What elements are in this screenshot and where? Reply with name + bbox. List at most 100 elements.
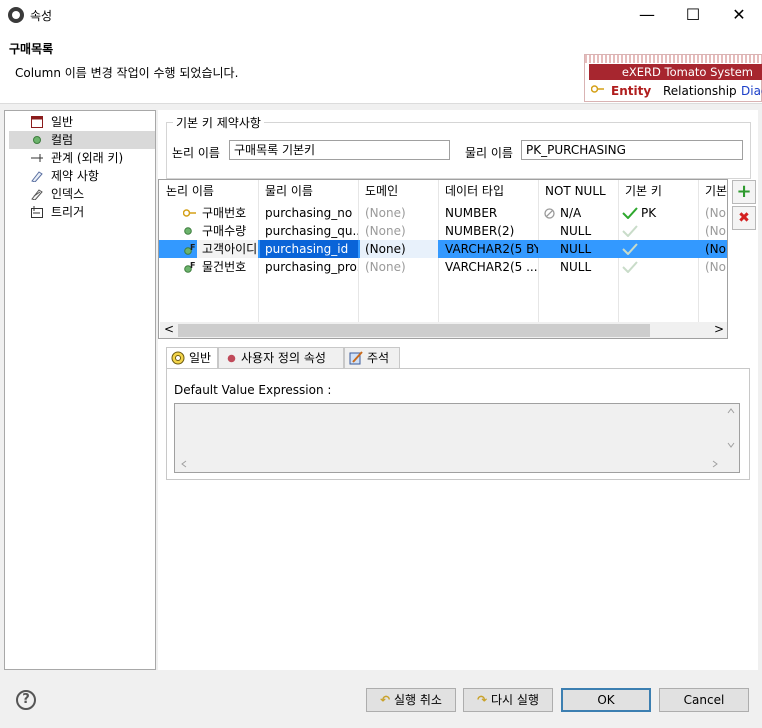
undo-button[interactable]: ↶ 실행 취소 <box>366 688 456 712</box>
constraint-icon <box>31 171 43 182</box>
banner-product: eXERD Tomato System <box>589 64 762 80</box>
redo-icon: ↷ <box>477 693 488 707</box>
table-icon <box>31 116 43 128</box>
cell-logical: 물건번호 <box>202 260 247 274</box>
nav-item-triggers[interactable]: 트리거 <box>9 203 155 221</box>
general-tab-panel: Default Value Expression : <box>166 368 750 480</box>
disabled-icon <box>544 208 555 219</box>
tab-custom-properties[interactable]: 사용자 정의 속성 <box>218 347 344 369</box>
nav-item-columns[interactable]: 컬럼 <box>9 131 155 149</box>
help-button[interactable]: ? <box>16 690 36 710</box>
nav-label: 트리거 <box>51 205 85 219</box>
cell-notnull: NULL <box>560 224 592 238</box>
relation-icon <box>31 154 43 162</box>
minimize-button[interactable]: — <box>624 0 670 30</box>
cell-notnull: N/A <box>560 206 582 220</box>
cell-default: (Non <box>705 242 727 256</box>
pk-physical-label: 물리 이름 <box>465 146 513 160</box>
chevron-left-icon[interactable] <box>181 460 187 468</box>
custom-property-icon <box>227 354 236 363</box>
cell-logical: 구매번호 <box>202 206 247 220</box>
banner-stripe <box>585 55 762 63</box>
detail-tabs: 일반 사용자 정의 속성 주석 <box>166 347 756 369</box>
header-domain[interactable]: 도메인 <box>360 180 438 202</box>
banner-entity-tab[interactable]: Entity <box>611 84 651 98</box>
cell-logical: 고객아이디 <box>197 240 258 258</box>
cell-logical: 구매수량 <box>202 224 247 238</box>
chevron-down-icon[interactable] <box>727 442 735 448</box>
cell-domain: (None) <box>365 260 406 274</box>
cell-physical: purchasing_id <box>260 240 358 258</box>
nav-item-indexes[interactable]: 인덱스 <box>9 185 155 203</box>
cancel-button[interactable]: Cancel <box>659 688 749 712</box>
nav-item-general[interactable]: 일반 <box>9 113 155 131</box>
cell-datatype: NUMBER <box>445 206 498 220</box>
window-title: 속성 <box>30 9 53 23</box>
svg-text:F: F <box>190 243 195 252</box>
nav-label: 제약 사항 <box>51 169 99 183</box>
header-physical[interactable]: 물리 이름 <box>260 180 358 202</box>
check-icon <box>622 261 638 273</box>
general-icon <box>171 351 185 365</box>
textarea-content[interactable] <box>175 404 723 456</box>
delete-column-button[interactable]: ✖ <box>732 206 756 230</box>
scroll-thumb[interactable] <box>178 324 650 337</box>
cell-physical: purchasing_no <box>265 206 353 220</box>
header-logical[interactable]: 논리 이름 <box>161 180 258 202</box>
table-header: 논리 이름 물리 이름 도메인 데이터 타입 NOT NULL 기본 키 기본 <box>159 180 727 202</box>
table-horizontal-scrollbar[interactable]: < > <box>160 322 727 338</box>
nav-item-constraints[interactable]: 제약 사항 <box>9 167 155 185</box>
cell-datatype: VARCHAR2(5 BYT <box>445 242 538 256</box>
undo-icon: ↶ <box>380 693 391 707</box>
table-row[interactable]: 구매수량 purchasing_qu... (None) NUMBER(2) N… <box>159 222 727 240</box>
header-notnull[interactable]: NOT NULL <box>540 180 618 202</box>
columns-table: 논리 이름 물리 이름 도메인 데이터 타입 NOT NULL 기본 키 기본 … <box>158 179 728 339</box>
close-button[interactable]: ✕ <box>716 0 762 30</box>
default-value-textarea[interactable] <box>174 403 740 473</box>
pk-logical-input[interactable]: 구매목록 기본키 <box>229 140 450 160</box>
fk-icon: F <box>184 261 195 273</box>
tab-general[interactable]: 일반 <box>166 347 218 369</box>
nav-item-relations[interactable]: 관계 (외래 키) <box>9 149 155 167</box>
cell-domain: (None) <box>365 206 406 220</box>
header-default[interactable]: 기본 <box>700 180 727 202</box>
fk-icon: F <box>184 243 195 255</box>
app-icon <box>8 7 24 23</box>
key-icon <box>183 209 196 217</box>
index-icon <box>31 189 43 200</box>
table-row[interactable]: 구매번호 purchasing_no (None) NUMBER N/A PK … <box>159 204 727 222</box>
cell-domain: (None) <box>365 224 406 238</box>
key-icon <box>591 85 604 93</box>
cell-pk: PK <box>641 206 657 220</box>
chevron-right-icon[interactable] <box>712 460 718 468</box>
tab-label: 사용자 정의 속성 <box>241 351 326 365</box>
tab-comments[interactable]: 주석 <box>344 347 400 369</box>
scroll-left-arrow[interactable]: < <box>164 322 174 336</box>
pk-physical-input[interactable]: PK_PURCHASING <box>521 140 743 160</box>
redo-button[interactable]: ↷ 다시 실행 <box>463 688 553 712</box>
table-row[interactable]: F 물건번호 purchasing_pro... (None) VARCHAR2… <box>159 258 727 276</box>
scroll-right-arrow[interactable]: > <box>714 322 724 336</box>
pk-legend: 기본 키 제약사항 <box>173 114 264 131</box>
maximize-button[interactable]: ☐ <box>670 0 716 30</box>
ok-button[interactable]: OK <box>561 688 651 712</box>
banner-relationship-tab[interactable]: Relationship <box>663 84 737 98</box>
add-column-button[interactable]: + <box>732 180 756 204</box>
banner-diagram-tab[interactable]: Diag <box>741 84 762 98</box>
cell-notnull: NULL <box>560 260 592 274</box>
cell-domain: (None) <box>360 240 438 258</box>
cell-default: (Non <box>705 206 727 220</box>
pk-constraint-group: 기본 키 제약사항 논리 이름 구매목록 기본키 물리 이름 PK_PURCHA… <box>166 114 751 179</box>
header-pk[interactable]: 기본 키 <box>620 180 698 202</box>
dialog-title: 구매목록 <box>9 42 54 56</box>
nav-label: 일반 <box>51 115 74 129</box>
check-icon <box>622 243 638 255</box>
exerd-banner: eXERD Tomato System Entity Relationship … <box>584 54 762 102</box>
chevron-up-icon[interactable] <box>727 408 735 414</box>
header-datatype[interactable]: 데이터 타입 <box>440 180 538 202</box>
cell-default: (Non <box>705 260 727 274</box>
tab-label: 일반 <box>189 351 212 365</box>
dot-icon <box>184 227 192 235</box>
table-row-selected[interactable]: F 고객아이디 purchasing_id (None) VARCHAR2(5 … <box>159 240 727 258</box>
title-bar: 속성 — ☐ ✕ <box>0 0 762 30</box>
